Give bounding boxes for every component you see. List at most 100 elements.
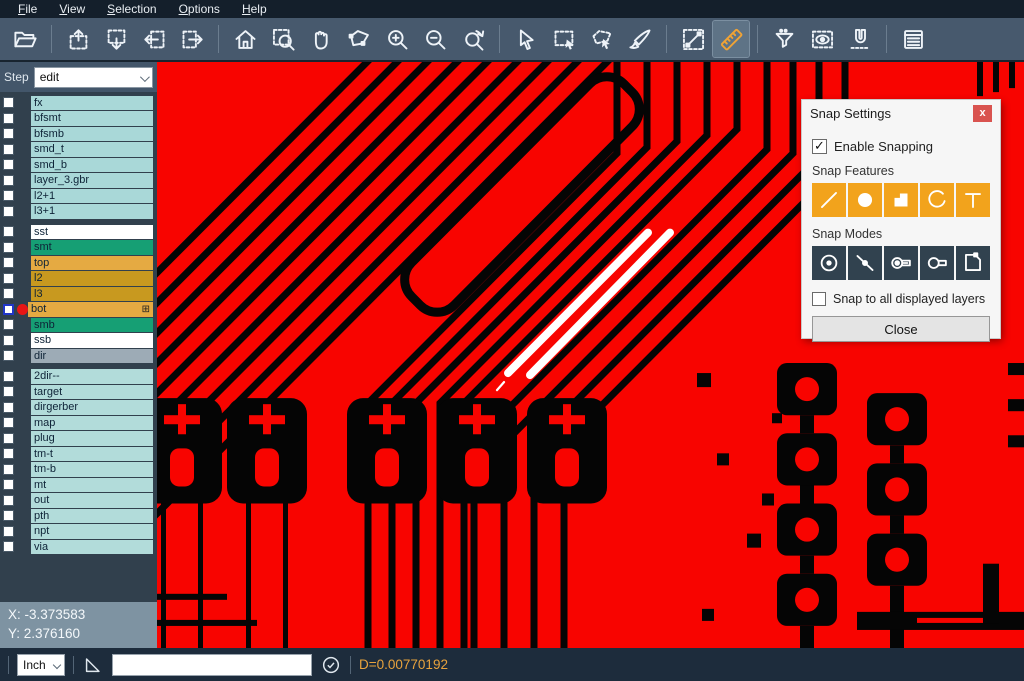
zoom-window-button[interactable] <box>265 21 301 57</box>
layer-checkbox[interactable] <box>3 288 14 299</box>
layer-row-fx[interactable]: fx <box>0 95 157 111</box>
layer-checkbox[interactable] <box>3 350 14 361</box>
snap-magnet-button[interactable] <box>842 21 878 57</box>
layer-checkbox[interactable] <box>3 510 14 521</box>
open-file-button[interactable] <box>7 21 43 57</box>
zoom-reset-button[interactable] <box>455 21 491 57</box>
layer-checkbox[interactable] <box>3 190 14 201</box>
close-button[interactable]: Close <box>812 316 990 342</box>
step-select[interactable]: edit <box>34 67 153 88</box>
layer-row-smt[interactable]: smt <box>0 240 157 256</box>
zoom-polygon-button[interactable] <box>341 21 377 57</box>
layer-row-target[interactable]: target <box>0 384 157 400</box>
snap-text-button[interactable] <box>956 183 990 217</box>
layer-checkbox[interactable] <box>3 206 14 217</box>
select-polygon-button[interactable] <box>584 21 620 57</box>
layer-checkbox[interactable] <box>3 97 14 108</box>
layer-checkbox[interactable] <box>3 335 14 346</box>
menu-options[interactable]: Options <box>169 1 230 17</box>
layer-checkbox[interactable] <box>3 541 14 552</box>
layer-checkbox[interactable] <box>3 257 14 268</box>
menu-selection[interactable]: Selection <box>97 1 166 17</box>
layer-checkbox[interactable] <box>3 226 14 237</box>
move-left-button[interactable] <box>136 21 172 57</box>
mode-pad-open-button[interactable] <box>920 246 954 280</box>
layer-row-top[interactable]: top <box>0 255 157 271</box>
layer-row-l3+1[interactable]: l3+1 <box>0 204 157 220</box>
layer-row-out[interactable]: out <box>0 493 157 509</box>
layer-row-l2+1[interactable]: l2+1 <box>0 188 157 204</box>
grid-icon[interactable]: ⊞ <box>142 304 150 315</box>
layer-row-bfsmb[interactable]: bfsmb <box>0 126 157 142</box>
unit-select[interactable]: Inch <box>17 654 65 676</box>
layer-row-ssb[interactable]: ssb <box>0 333 157 349</box>
mode-center-button[interactable] <box>812 246 846 280</box>
snap-line-button[interactable] <box>812 183 846 217</box>
display-box-button[interactable] <box>804 21 840 57</box>
layer-row-smd_b[interactable]: smd_b <box>0 157 157 173</box>
menu-view[interactable]: View <box>49 1 95 17</box>
layer-row-plug[interactable]: plug <box>0 431 157 447</box>
layer-row-l2[interactable]: l2 <box>0 271 157 287</box>
zoom-in-button[interactable] <box>379 21 415 57</box>
layer-checkbox[interactable] <box>3 113 14 124</box>
layer-row-dir[interactable]: dir <box>0 348 157 364</box>
layer-checkbox[interactable] <box>3 402 14 413</box>
layer-checkbox[interactable] <box>3 371 14 382</box>
layer-row-l3[interactable]: l3 <box>0 286 157 302</box>
layer-checkbox[interactable] <box>3 128 14 139</box>
snap-pad-button[interactable] <box>848 183 882 217</box>
move-down-button[interactable] <box>98 21 134 57</box>
mode-contour-button[interactable] <box>956 246 990 280</box>
move-right-button[interactable] <box>174 21 210 57</box>
dialog-close-icon[interactable]: x <box>973 105 992 122</box>
layer-checkbox[interactable] <box>3 319 14 330</box>
angle-corner-icon[interactable] <box>82 654 104 676</box>
filter-button[interactable] <box>766 21 802 57</box>
all-layers-checkbox[interactable] <box>812 292 826 306</box>
layer-checkbox[interactable] <box>3 448 14 459</box>
layer-row-pth[interactable]: pth <box>0 508 157 524</box>
enable-snapping-checkbox[interactable] <box>812 139 827 154</box>
snap-surface-button[interactable] <box>884 183 918 217</box>
menu-file[interactable]: File <box>8 1 47 17</box>
move-up-button[interactable] <box>60 21 96 57</box>
layer-row-tm-t[interactable]: tm-t <box>0 446 157 462</box>
measure-line-button[interactable] <box>675 21 711 57</box>
zoom-out-button[interactable] <box>417 21 453 57</box>
layer-row-npt[interactable]: npt <box>0 524 157 540</box>
layer-checkbox[interactable] <box>3 417 14 428</box>
layer-checkbox[interactable] <box>3 304 14 315</box>
layer-row-layer_3.gbr[interactable]: layer_3.gbr <box>0 173 157 189</box>
layer-row-smb[interactable]: smb <box>0 317 157 333</box>
select-rect-button[interactable] <box>546 21 582 57</box>
layer-row-map[interactable]: map <box>0 415 157 431</box>
layer-row-sst[interactable]: sst <box>0 224 157 240</box>
dialog-titlebar[interactable]: Snap Settings x <box>802 100 1000 126</box>
layer-row-smd_t[interactable]: smd_t <box>0 142 157 158</box>
layer-checkbox[interactable] <box>3 273 14 284</box>
mode-point-button[interactable] <box>848 246 882 280</box>
layer-checkbox[interactable] <box>3 495 14 506</box>
sweep-button[interactable] <box>622 21 658 57</box>
layer-row-mt[interactable]: mt <box>0 477 157 493</box>
layer-row-bot[interactable]: bot⊞ <box>0 302 157 318</box>
layer-checkbox[interactable] <box>3 433 14 444</box>
pan-button[interactable] <box>303 21 339 57</box>
layer-checkbox[interactable] <box>3 386 14 397</box>
layer-row-2dir--[interactable]: 2dir-- <box>0 369 157 385</box>
select-pointer-button[interactable] <box>508 21 544 57</box>
command-input[interactable] <box>112 654 312 676</box>
layer-checkbox[interactable] <box>3 464 14 475</box>
ruler-button[interactable] <box>713 21 749 57</box>
layer-row-bfsmt[interactable]: bfsmt <box>0 111 157 127</box>
layer-row-tm-b[interactable]: tm-b <box>0 462 157 478</box>
mode-pad-slot-button[interactable] <box>884 246 918 280</box>
menu-help[interactable]: Help <box>232 1 277 17</box>
layer-row-dirgerber[interactable]: dirgerber <box>0 400 157 416</box>
layer-checkbox[interactable] <box>3 144 14 155</box>
layer-checkbox[interactable] <box>3 175 14 186</box>
snap-arc-button[interactable] <box>920 183 954 217</box>
layer-checkbox[interactable] <box>3 479 14 490</box>
layer-checkbox[interactable] <box>3 526 14 537</box>
